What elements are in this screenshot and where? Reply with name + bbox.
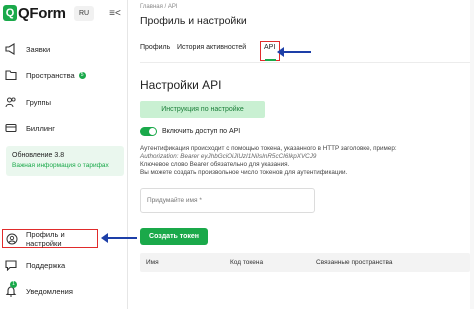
- sidebar-item-profile[interactable]: Профиль и настройки: [2, 229, 98, 248]
- column-name: Имя: [146, 259, 159, 266]
- sidebar-item-billing[interactable]: Биллинг: [4, 119, 126, 137]
- notifications-badge: 1: [10, 281, 17, 288]
- toggle-label: Включить доступ по API: [162, 127, 241, 135]
- sidebar-item-label: Уведомления: [26, 286, 73, 296]
- column-linked-spaces: Связанные пространства: [316, 259, 393, 266]
- sidebar-item-label: Пространства: [26, 70, 75, 80]
- tokens-note: Вы можете создать произвольное число ток…: [140, 169, 348, 176]
- sidebar-item-notifications[interactable]: 1 Уведомления: [4, 281, 126, 300]
- sidebar-item-requests[interactable]: Заявки: [4, 40, 126, 58]
- bell-icon: 1: [4, 281, 18, 298]
- sidebar-item-label: Заявки: [26, 44, 51, 54]
- users-icon: [4, 95, 18, 109]
- sidebar-item-label: Биллинг: [26, 123, 55, 133]
- tokens-table-header: Имя Код токена Связанные пространства: [140, 253, 470, 272]
- language-switch[interactable]: RU: [74, 6, 94, 21]
- sidebar-item-groups[interactable]: Группы: [4, 93, 126, 111]
- breadcrumb[interactable]: Главная / API: [140, 4, 178, 10]
- scrollbar[interactable]: [470, 0, 474, 309]
- sidebar-item-label: Профиль и настройки: [26, 229, 65, 248]
- instruction-button[interactable]: Инструкция по настройке: [140, 101, 265, 118]
- update-link[interactable]: Важная информация о тарифах: [12, 162, 118, 169]
- sidebar: Q QForm RU ≡< Заявки Пространства 5 Груп…: [0, 0, 128, 309]
- sidebar-item-label: Группы: [26, 97, 51, 107]
- main-content: Главная / API Профиль и настройки Профил…: [128, 0, 474, 309]
- chat-icon: [4, 258, 18, 272]
- spaces-badge: 5: [78, 71, 86, 79]
- api-access-toggle-row: Включить доступ по API: [140, 126, 240, 136]
- update-notice[interactable]: Обновление 3.8 Важная информация о тариф…: [6, 146, 124, 176]
- column-token-code: Код токена: [230, 259, 264, 266]
- folder-icon: [4, 68, 18, 82]
- annotation-arrow-api-tab: [277, 47, 311, 57]
- sidebar-item-label: Поддержка: [26, 260, 66, 270]
- logo-row: Q QForm RU ≡<: [3, 4, 125, 24]
- section-title: Настройки API: [140, 78, 222, 92]
- token-name-input[interactable]: [140, 188, 315, 213]
- page-title: Профиль и настройки: [140, 15, 247, 27]
- collapse-sidebar-icon[interactable]: ≡<: [107, 7, 123, 21]
- toggle-knob: [149, 127, 156, 135]
- tabs-divider: [140, 62, 470, 63]
- logo-mark: Q: [3, 5, 17, 21]
- bearer-note: Ключевое слово Bearer обязательно для ук…: [140, 161, 290, 168]
- megaphone-icon: [4, 42, 18, 56]
- tab-profile[interactable]: Профиль: [140, 44, 170, 51]
- tab-activity-history[interactable]: История активностей: [177, 44, 246, 51]
- tab-api[interactable]: API: [264, 44, 275, 51]
- update-title: Обновление 3.8: [12, 152, 65, 159]
- logo-text[interactable]: QForm: [18, 5, 66, 22]
- card-icon: [4, 121, 18, 135]
- auth-example: Authorization: Bearer eyJhbGciOiJIUzI1Ni…: [140, 153, 317, 160]
- api-access-toggle[interactable]: [140, 126, 157, 136]
- sidebar-item-support[interactable]: Поддержка: [4, 256, 126, 274]
- auth-description: Аутентификация происходит с помощью токе…: [140, 145, 397, 152]
- sidebar-item-spaces[interactable]: Пространства 5: [4, 66, 126, 84]
- active-tab-indicator: [265, 59, 276, 61]
- user-circle-icon: [5, 232, 18, 246]
- create-token-button[interactable]: Создать токен: [140, 228, 208, 245]
